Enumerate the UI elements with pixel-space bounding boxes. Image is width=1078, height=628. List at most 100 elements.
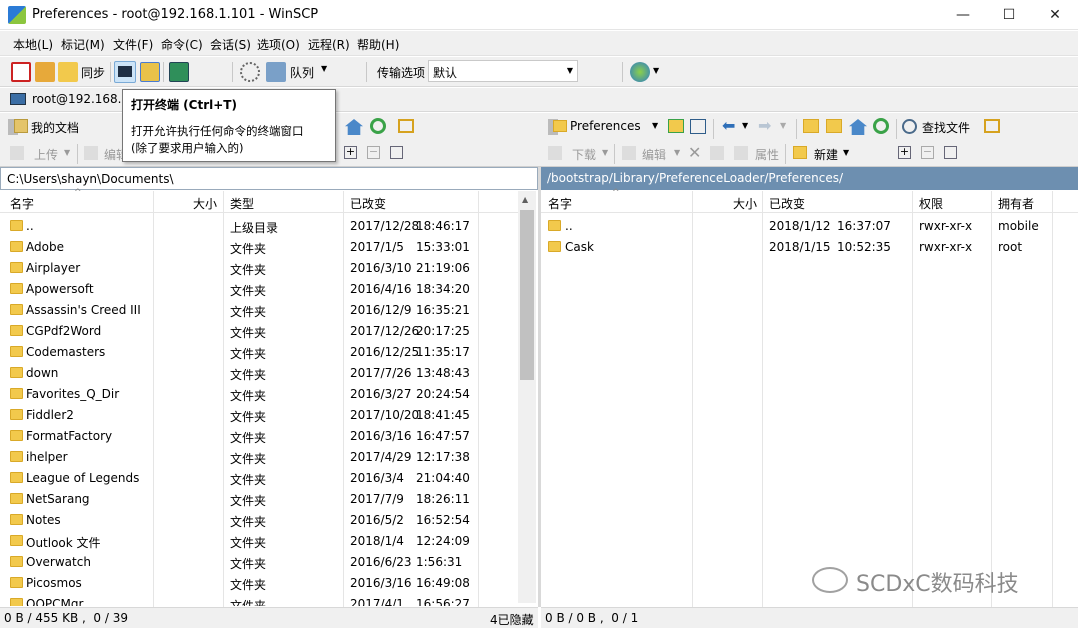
home-icon[interactable] [345, 119, 363, 135]
minimize-button[interactable]: — [940, 0, 986, 30]
menu-mark[interactable]: 标记(M) [61, 36, 105, 53]
menu-commands[interactable]: 命令(C) [161, 36, 203, 53]
table-row[interactable]: Adobe 文件夹 2017/1/5 15:33:01 [0, 236, 518, 257]
open-directory-icon[interactable] [668, 119, 684, 133]
refresh-icon[interactable] [370, 118, 386, 134]
menu-options[interactable]: 选项(O) [257, 36, 300, 53]
table-row[interactable]: Favorites_Q_Dir 文件夹 2016/3/27 20:24:54 [0, 383, 518, 404]
console-icon[interactable] [169, 62, 189, 82]
table-row[interactable]: QQPCMgr 文件夹 2017/4/1 16:56:27 [0, 593, 518, 606]
table-row[interactable]: ihelper 文件夹 2017/4/29 12:17:38 [0, 446, 518, 467]
delete-x-icon[interactable]: ✕ [688, 143, 701, 162]
download-button[interactable]: 下载 [572, 146, 596, 163]
chevron-down-icon[interactable]: ▼ [742, 121, 748, 130]
new-button[interactable]: 新建 [814, 146, 838, 163]
properties-icon[interactable] [734, 146, 748, 160]
menu-local[interactable]: 本地(L) [13, 36, 53, 53]
find-files-button[interactable]: 查找文件 [922, 119, 970, 136]
queue-icon[interactable] [266, 62, 286, 82]
parent-directory-icon[interactable] [803, 119, 819, 133]
new-folder-icon[interactable] [793, 146, 807, 159]
forward-arrow-icon[interactable]: ➡ [758, 116, 771, 135]
table-row[interactable]: CGPdf2Word 文件夹 2017/12/26 20:17:25 [0, 320, 518, 341]
remote-edit-button[interactable]: 编辑 [642, 146, 666, 163]
table-row[interactable]: Assassin's Creed III 文件夹 2016/12/9 16:35:21 [0, 299, 518, 320]
back-arrow-icon[interactable]: ⬅ [722, 116, 735, 135]
table-row[interactable]: League of Legends 文件夹 2016/3/4 21:04:40 [0, 467, 518, 488]
left-header-name[interactable]: 名字 [10, 195, 34, 212]
session-tab[interactable]: root@192.168.1 [32, 92, 129, 106]
left-location-combo[interactable]: 我的文档 [31, 119, 79, 136]
table-row[interactable]: Apowersoft 文件夹 2016/4/16 18:34:20 [0, 278, 518, 299]
maximize-button[interactable]: ☐ [986, 0, 1032, 30]
table-row[interactable]: Fiddler2 文件夹 2017/10/20 18:41:45 [0, 404, 518, 425]
properties-button[interactable]: 属性 [755, 146, 779, 163]
right-location-combo[interactable]: Preferences [570, 119, 641, 133]
menu-help[interactable]: 帮助(H) [357, 36, 399, 53]
right-header-name[interactable]: 名字 [548, 195, 572, 212]
root-directory-icon[interactable] [826, 119, 842, 133]
left-path-bar[interactable]: C:\Users\shayn\Documents\ [0, 167, 538, 190]
filter-icon[interactable] [944, 146, 957, 159]
right-header-owner[interactable]: 拥有者 [998, 195, 1034, 212]
table-row[interactable]: NetSarang 文件夹 2017/7/9 18:26:11 [0, 488, 518, 509]
edit-icon[interactable] [84, 146, 98, 160]
chevron-down-icon[interactable]: ▼ [674, 148, 680, 157]
tree-icon[interactable] [398, 119, 414, 133]
refresh-icon[interactable] [873, 118, 889, 134]
table-row[interactable]: Picosmos 文件夹 2016/3/16 16:49:08 [0, 572, 518, 593]
chevron-down-icon[interactable]: ▼ [64, 148, 70, 157]
scroll-up-icon[interactable]: ▲ [522, 195, 528, 204]
table-row[interactable]: .. 上级目录 2017/12/28 18:46:17 [0, 215, 518, 236]
synchronize-browsing-icon[interactable] [35, 62, 55, 82]
filter-icon[interactable] [690, 119, 706, 134]
table-row[interactable]: Outlook 文件 文件夹 2018/1/4 12:24:09 [0, 530, 518, 551]
compare-directories-icon[interactable] [11, 62, 31, 82]
menu-remote[interactable]: 远程(R) [308, 36, 350, 53]
table-row[interactable]: .. 2018/1/12 16:37:07 rwxr-xr-x mobile [541, 215, 1078, 236]
select-plus-icon[interactable]: + [898, 146, 911, 159]
table-row[interactable]: Codemasters 文件夹 2016/12/25 11:35:17 [0, 341, 518, 362]
upload-icon[interactable] [10, 146, 24, 160]
unselect-minus-icon[interactable]: − [921, 146, 934, 159]
table-row[interactable]: Notes 文件夹 2016/5/2 16:52:54 [0, 509, 518, 530]
queue-label[interactable]: 队列 [290, 64, 314, 81]
synchronize-icon[interactable] [58, 62, 78, 82]
menu-session[interactable]: 会话(S) [210, 36, 251, 53]
left-header-type[interactable]: 类型 [230, 195, 254, 212]
chevron-down-icon[interactable]: ▼ [780, 121, 786, 130]
right-header-rights[interactable]: 权限 [919, 195, 943, 212]
unselect-minus-icon[interactable]: − [367, 146, 380, 159]
left-status-hidden[interactable]: 4已隐藏 [490, 611, 534, 628]
right-header-size[interactable]: 大小 [733, 195, 757, 212]
table-row[interactable]: Airplayer 文件夹 2016/3/10 21:19:06 [0, 257, 518, 278]
transfer-settings-select[interactable]: 默认 ▼ [428, 60, 578, 82]
rename-icon[interactable] [710, 146, 724, 160]
download-icon[interactable] [548, 146, 562, 160]
close-button[interactable]: ✕ [1032, 0, 1078, 30]
preferences-gear-icon[interactable] [240, 62, 260, 82]
right-path-bar[interactable]: /bootstrap/Library/PreferenceLoader/Pref… [541, 167, 1078, 190]
table-row[interactable]: down 文件夹 2017/7/26 13:48:43 [0, 362, 518, 383]
table-row[interactable]: FormatFactory 文件夹 2016/3/16 16:47:57 [0, 425, 518, 446]
globe-icon[interactable] [630, 62, 650, 82]
chevron-down-icon[interactable]: ▼ [653, 66, 659, 75]
edit-icon[interactable] [622, 146, 636, 160]
open-terminal-button[interactable] [114, 61, 136, 83]
tree-icon[interactable] [984, 119, 1000, 133]
synchronize-label[interactable]: 同步 [81, 64, 105, 81]
left-scrollbar-thumb[interactable] [520, 210, 534, 380]
left-header-size[interactable]: 大小 [193, 195, 217, 212]
select-plus-icon[interactable]: + [344, 146, 357, 159]
left-header-changed[interactable]: 已改变 [350, 195, 386, 212]
home-icon[interactable] [849, 119, 867, 135]
filter-icon[interactable] [390, 146, 403, 159]
table-row[interactable]: Cask 2018/1/15 10:52:35 rwxr-xr-x root [541, 236, 1078, 257]
chevron-down-icon[interactable]: ▼ [321, 64, 327, 73]
chevron-down-icon[interactable]: ▼ [652, 121, 658, 130]
table-row[interactable]: Overwatch 文件夹 2016/6/23 1:56:31 [0, 551, 518, 572]
menu-file[interactable]: 文件(F) [113, 36, 153, 53]
chevron-down-icon[interactable]: ▼ [843, 148, 849, 157]
right-header-changed[interactable]: 已改变 [769, 195, 805, 212]
chevron-down-icon[interactable]: ▼ [602, 148, 608, 157]
